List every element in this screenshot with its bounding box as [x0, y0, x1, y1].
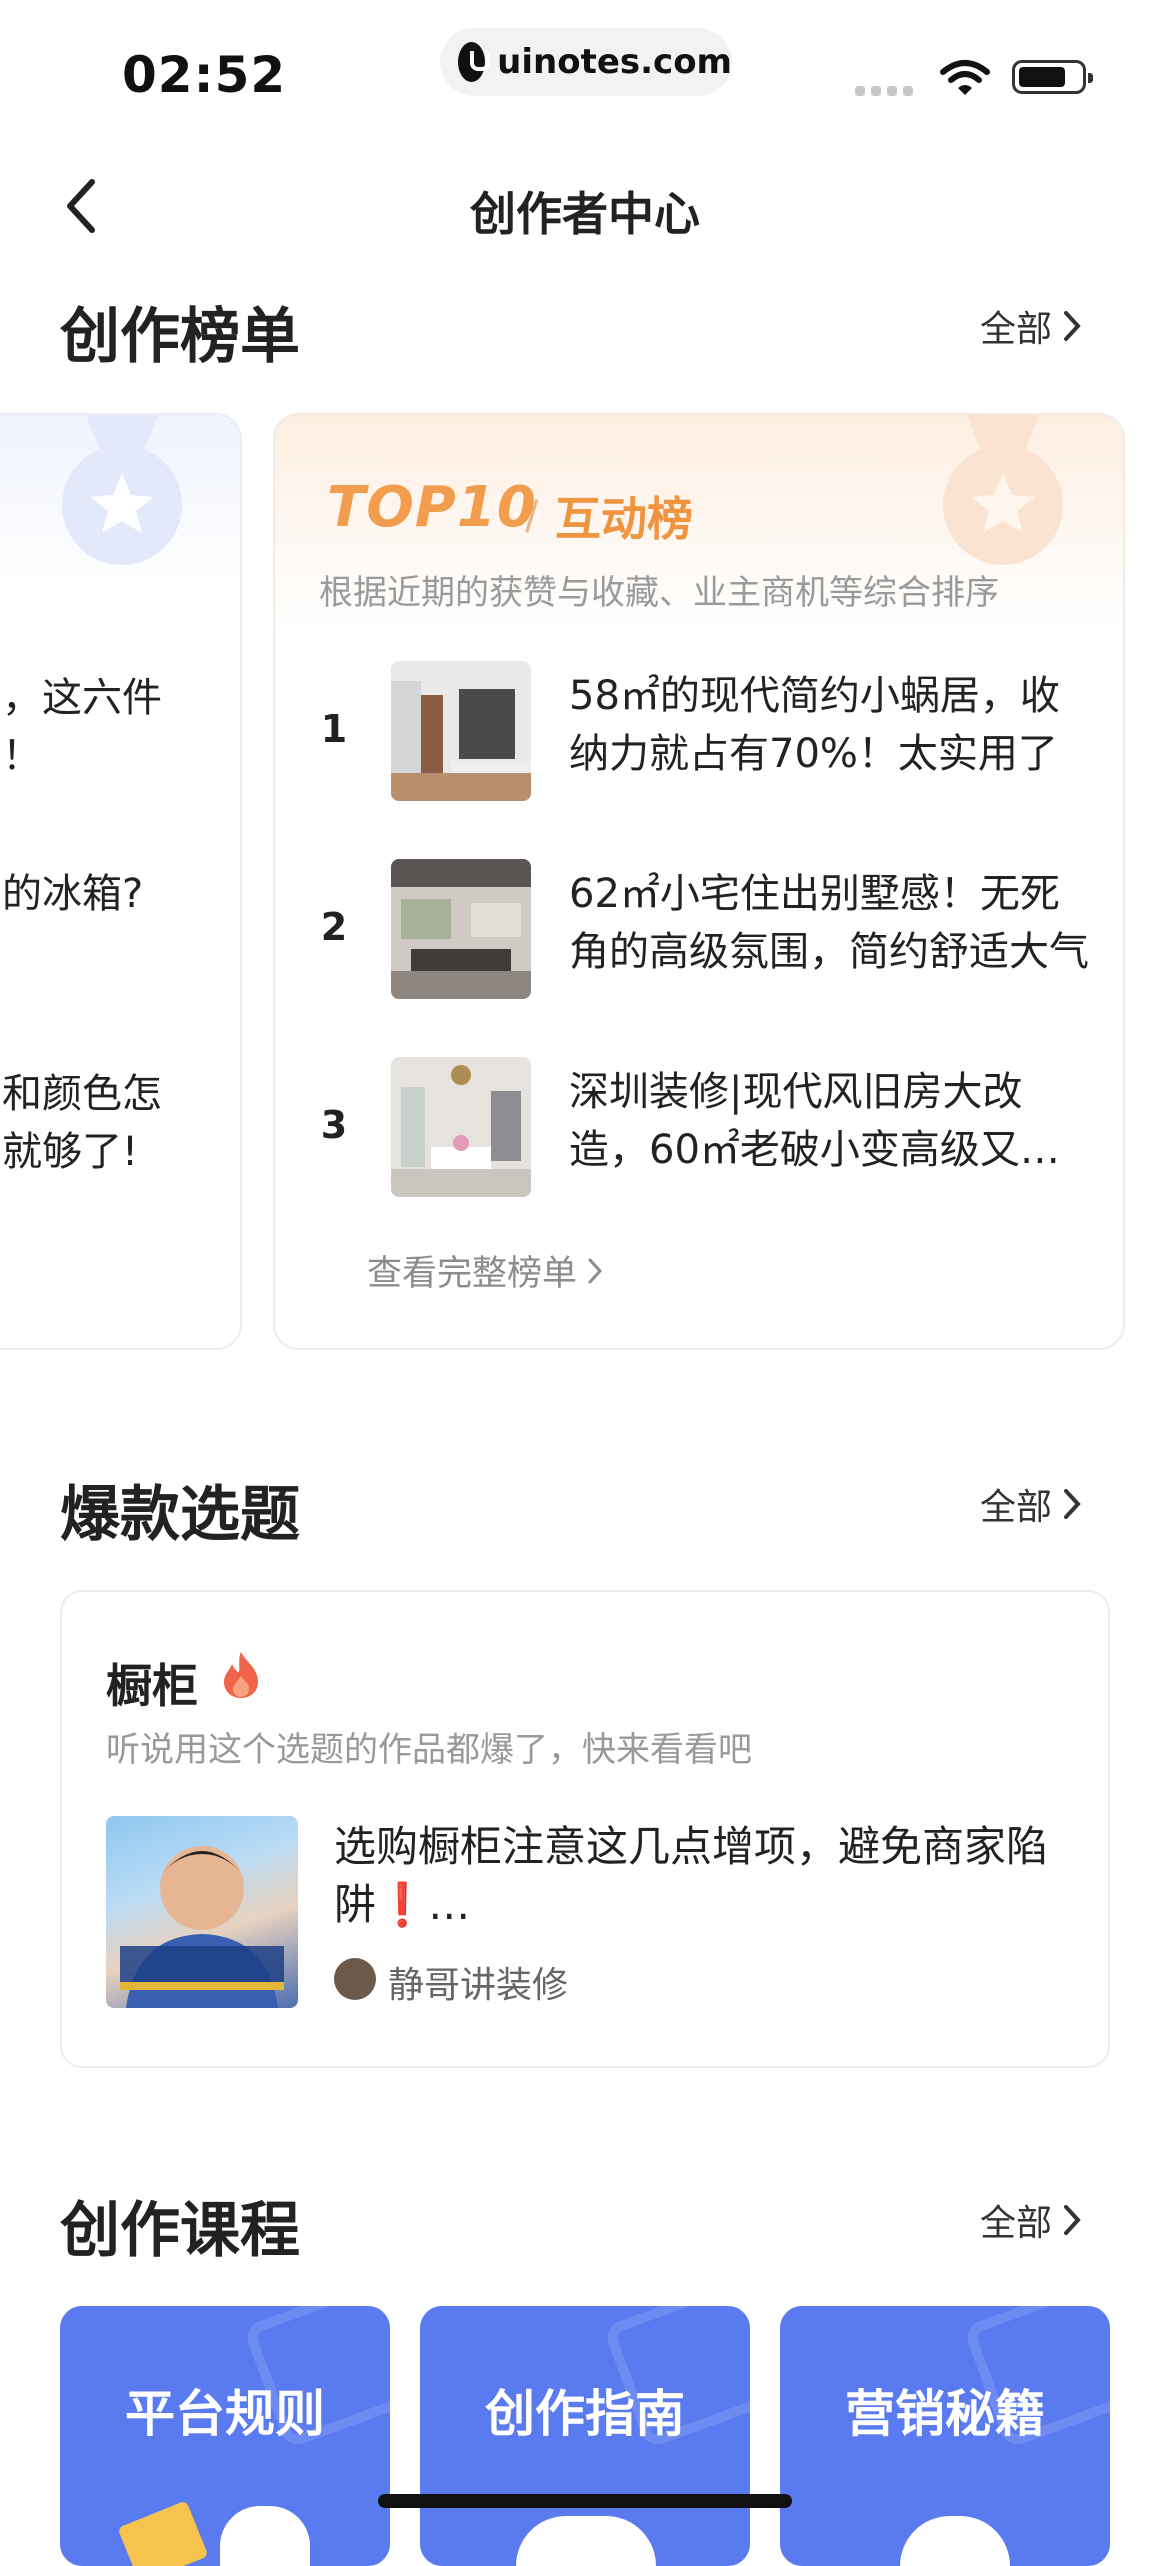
course-label: 创作指南 [485, 2385, 685, 2443]
course-label: 平台规则 [125, 2385, 325, 2443]
course-card-platform-rules[interactable]: 平台规则 [60, 2306, 390, 2566]
hand-icon [220, 2506, 310, 2566]
author-avatar[interactable] [334, 1958, 376, 2000]
left-card-line: 就够了! [2, 1129, 139, 1175]
topics-all-link[interactable]: 全部 [980, 1478, 1082, 1530]
course-card-marketing-tips[interactable]: 营销秘籍 [780, 2306, 1110, 2566]
view-full-ranking-link[interactable]: 查看完整榜单 [367, 1245, 603, 1296]
courses-all-link[interactable]: 全部 [980, 2194, 1082, 2246]
author-name[interactable]: 静哥讲装修 [388, 1956, 568, 2008]
courses-all-label: 全部 [980, 2203, 1053, 2244]
rulebook-icon [117, 2500, 209, 2566]
url-text: uinotes.com [497, 42, 732, 82]
title-separator: / [525, 493, 539, 539]
ranking-thumbnail [391, 859, 531, 999]
ranking-item-title: 深圳装修|现代风旧房大改造，60㎡老破小变高级又大气 [569, 1069, 1060, 1173]
ranking-all-label: 全部 [980, 309, 1053, 350]
topic-article-title[interactable]: 选购橱柜注意这几点增项，避免商家陷阱❗… [334, 1818, 1074, 1934]
wifi-icon [940, 60, 990, 95]
course-label: 营销秘籍 [845, 2385, 1045, 2443]
left-card-line: 的冰箱? [2, 871, 144, 917]
hand-icon [516, 2516, 656, 2566]
status-time: 02:52 [122, 46, 287, 104]
left-card-line: 和颜色怎 [2, 1071, 162, 1117]
medal-icon [62, 415, 182, 565]
page-title: 创作者中心 [470, 187, 700, 241]
ranking-thumbnail [391, 1057, 531, 1197]
ranking-all-link[interactable]: 全部 [980, 300, 1082, 352]
chevron-right-icon [588, 1258, 603, 1283]
topic-video-thumbnail[interactable] [106, 1816, 298, 2008]
rank-number: 1 [320, 707, 348, 751]
url-pill[interactable]: uinotes.com [440, 28, 732, 96]
chevron-right-icon [1064, 1489, 1081, 1519]
ranking-name: 互动榜 [555, 492, 693, 546]
medal-icon [943, 415, 1063, 565]
home-indicator[interactable] [378, 2494, 792, 2508]
ranking-item-title: 58㎡的现代简约小蜗居，收纳力就占有70%！太实用了 [569, 673, 1060, 777]
topic-card[interactable]: 橱柜 听说用这个选题的作品都爆了，快来看看吧 选购橱柜注意这几点增项，避免商家陷… [60, 1590, 1110, 2068]
cellular-signal-icon [855, 86, 913, 96]
site-logo-icon [458, 42, 491, 82]
view-full-label: 查看完整榜单 [367, 1254, 578, 1294]
ranking-description: 根据近期的获赞与收藏、业主商机等综合排序 [319, 573, 999, 613]
battery-icon [1012, 60, 1093, 94]
ranking-card-interaction[interactable]: TOP10 / 互动榜 根据近期的获赞与收藏、业主商机等综合排序 1 58㎡的现… [273, 413, 1125, 1350]
course-card-creation-guide[interactable]: 创作指南 [420, 2306, 750, 2566]
chevron-right-icon [1064, 311, 1081, 341]
ranking-section-title: 创作榜单 [60, 302, 300, 372]
topic-name: 橱柜 [106, 1659, 198, 1713]
left-card-line: ！ [2, 733, 42, 779]
rank-number: 2 [320, 905, 348, 949]
rank-number: 3 [320, 1103, 348, 1147]
ranking-item[interactable]: 1 58㎡的现代简约小蜗居，收纳力就占有70%！太实用了 [319, 661, 1109, 801]
ranking-item-title: 62㎡小宅住出别墅感！无死角的高级氛围，简约舒适大气 [569, 871, 1089, 975]
ranking-card-partial[interactable]: ，这六件 ！ 的冰箱? 和颜色怎 就够了! [0, 413, 242, 1350]
courses-section-title: 创作课程 [60, 2196, 300, 2266]
hand-icon [900, 2516, 1010, 2566]
ranking-thumbnail [391, 661, 531, 801]
ranking-item[interactable]: 2 62㎡小宅住出别墅感！无死角的高级氛围，简约舒适大气 [319, 859, 1109, 999]
topics-all-label: 全部 [980, 1487, 1053, 1528]
chevron-right-icon [1064, 2205, 1081, 2235]
fire-icon [224, 1652, 258, 1698]
left-card-line: ，这六件 [2, 675, 162, 721]
topics-section-title: 爆款选题 [60, 1480, 300, 1550]
topic-description: 听说用这个选题的作品都爆了，快来看看吧 [106, 1730, 752, 1770]
top10-badge: TOP10 [327, 475, 537, 540]
ranking-item[interactable]: 3 深圳装修|现代风旧房大改造，60㎡老破小变高级又大气 [319, 1057, 1109, 1197]
